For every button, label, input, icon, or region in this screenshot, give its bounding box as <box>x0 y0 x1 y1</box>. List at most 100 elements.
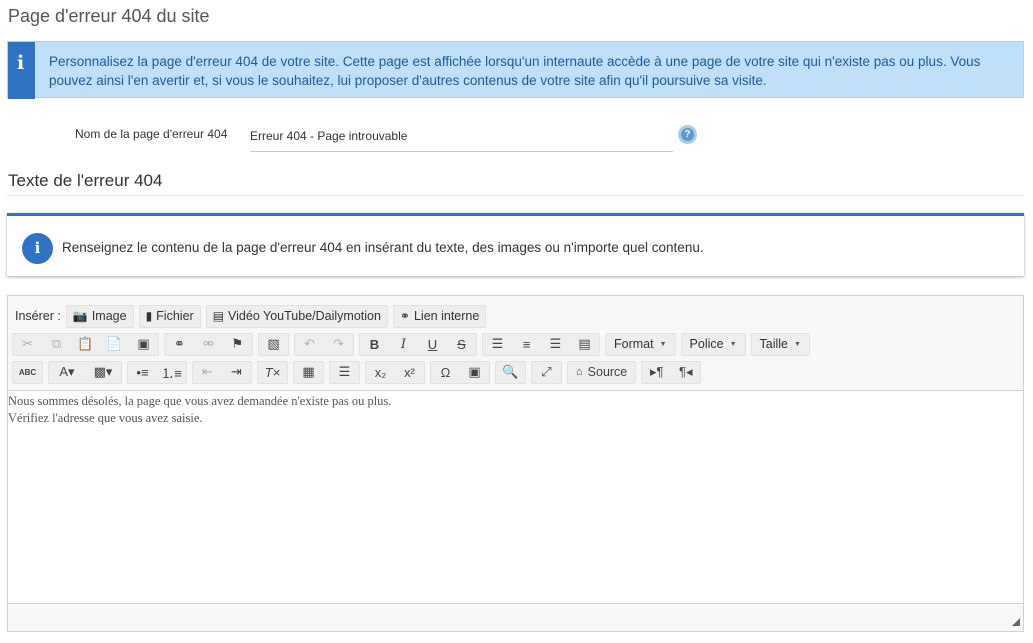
notice-text: Renseignez le contenu de la page d'erreu… <box>62 240 704 255</box>
source-button[interactable]: ⌂ Source <box>568 362 635 383</box>
size-dropdown[interactable]: Taille ▼ <box>750 332 810 356</box>
error-page-name-input[interactable] <box>250 121 673 152</box>
horizontal-rule-icon[interactable]: ☰ <box>330 362 359 383</box>
special-char-omega-icon[interactable]: Ω <box>431 362 460 383</box>
strikethrough-icon[interactable]: S <box>447 334 476 355</box>
clear-format-icon[interactable]: T× <box>258 362 287 383</box>
clipboard-group: ✂ ⧉ 📋 📄 ▣ <box>12 332 159 356</box>
subscript-icon[interactable]: x₂ <box>366 362 395 383</box>
page-title: Page d'erreur 404 du site <box>8 6 210 26</box>
unlink-icon[interactable]: ⚮ <box>194 334 223 355</box>
content-line: Vérifiez l'adresse que vous avez saisie. <box>8 411 203 425</box>
undo-icon[interactable]: ↶ <box>295 334 324 355</box>
rich-text-editor: Insérer : 📷 Image ▮ Fichier ▤ Vidéo YouT… <box>7 295 1024 632</box>
error-page-name-label: Nom de la page d'erreur 404 <box>75 127 228 141</box>
editor-toolbar-row-3: ABC A▾ ▩▾ •≡ ⒈≡ ⇤ ⇥ T× ▦ ☰ x₂ x² Ω ▣ 🔍 ⤢… <box>12 360 706 384</box>
insert-image-label: Image <box>91 309 127 323</box>
source-icon: ⌂ <box>576 366 583 378</box>
hr-group: ☰ <box>329 360 360 384</box>
align-left-icon[interactable]: ☰ <box>483 334 512 355</box>
chevron-down-icon: ▼ <box>659 340 667 348</box>
link-group: ⚭ ⚮ ⚑ <box>164 332 253 356</box>
info-banner-text: Personnalisez la page d'erreur 404 de vo… <box>49 54 981 88</box>
align-right-icon[interactable]: ☰ <box>541 334 570 355</box>
paste-text-icon[interactable]: 📄 <box>100 334 129 355</box>
file-icon: ▮ <box>145 309 153 323</box>
spellcheck-icon[interactable]: ABC <box>13 362 42 383</box>
size-dropdown-label: Taille <box>759 337 789 351</box>
text-direction-rtl-icon[interactable]: ¶◂ <box>671 362 700 383</box>
history-group: ↶ ↷ <box>294 332 354 356</box>
question-circle-icon[interactable]: ? <box>678 125 697 144</box>
source-label: Source <box>587 365 628 379</box>
spellcheck-group: ABC <box>12 360 43 384</box>
image-group: ▧ <box>258 332 289 356</box>
bulleted-list-icon[interactable]: •≡ <box>128 362 157 383</box>
outdent-icon[interactable]: ⇤ <box>193 362 222 383</box>
bold-icon[interactable]: B <box>360 334 389 355</box>
maximize-group: ⤢ <box>531 360 562 384</box>
preview-group: 🔍 <box>495 360 526 384</box>
script-group: x₂ x² <box>365 360 425 384</box>
section-divider <box>7 195 1024 196</box>
image-icon[interactable]: ▧ <box>259 334 288 355</box>
table-group: ▦ <box>293 360 324 384</box>
list-group: •≡ ⒈≡ <box>127 360 187 384</box>
chevron-down-icon: ▼ <box>729 340 737 348</box>
iframe-icon[interactable]: ▣ <box>460 362 489 383</box>
table-icon[interactable]: ▦ <box>294 362 323 383</box>
link-icon: ⚭ <box>399 309 410 323</box>
editor-content-area[interactable]: Nous sommes désolés, la page que vous av… <box>8 390 1023 604</box>
insert-video-label: Vidéo YouTube/Dailymotion <box>228 309 381 323</box>
chevron-down-icon: ▼ <box>794 340 801 348</box>
cut-icon[interactable]: ✂ <box>13 334 42 355</box>
info-icon: i <box>8 42 35 99</box>
insert-toolbar: Insérer : 📷 Image ▮ Fichier ▤ Vidéo YouT… <box>12 304 491 328</box>
align-justify-icon[interactable]: ▤ <box>570 334 599 355</box>
info-banner: i Personnalisez la page d'erreur 404 de … <box>7 41 1024 99</box>
font-dropdown-label: Police <box>689 337 724 351</box>
text-direction-ltr-icon[interactable]: ▸¶ <box>642 362 671 383</box>
anchor-flag-icon[interactable]: ⚑ <box>223 334 252 355</box>
color-group: A▾ ▩▾ <box>48 360 122 384</box>
copy-icon[interactable]: ⧉ <box>42 334 71 355</box>
source-group: ⌂ Source <box>567 360 637 384</box>
maximize-icon[interactable]: ⤢ <box>532 362 561 383</box>
insert-internal-link-button[interactable]: ⚭ Lien interne <box>392 304 487 328</box>
indent-group: ⇤ ⇥ <box>192 360 252 384</box>
text-color-icon[interactable]: A▾ <box>49 362 85 383</box>
format-dropdown-label: Format <box>614 337 654 351</box>
info-icon: i <box>22 233 53 264</box>
film-icon: ▤ <box>212 309 225 323</box>
insert-file-button[interactable]: ▮ Fichier <box>138 304 201 328</box>
indent-icon[interactable]: ⇥ <box>222 362 251 383</box>
background-color-icon[interactable]: ▩▾ <box>85 362 121 383</box>
format-dropdown[interactable]: Format ▼ <box>605 332 676 356</box>
numbered-list-icon[interactable]: ⒈≡ <box>157 362 186 383</box>
align-group: ☰ ≡ ☰ ▤ <box>482 332 600 356</box>
superscript-icon[interactable]: x² <box>395 362 424 383</box>
style-group: B I U S <box>359 332 477 356</box>
paste-icon[interactable]: 📋 <box>71 334 100 355</box>
font-dropdown[interactable]: Police ▼ <box>680 332 746 356</box>
underline-icon[interactable]: U <box>418 334 447 355</box>
paste-word-icon[interactable]: ▣ <box>129 334 158 355</box>
redo-icon[interactable]: ↷ <box>324 334 353 355</box>
insert-label: Insérer : <box>15 309 61 323</box>
content-line: Nous sommes désolés, la page que vous av… <box>8 394 392 408</box>
notice-box: i Renseignez le contenu de la page d'err… <box>7 213 1024 276</box>
link-icon[interactable]: ⚭ <box>165 334 194 355</box>
insert-internal-link-label: Lien interne <box>413 309 480 323</box>
editor-toolbar-row-2: ✂ ⧉ 📋 📄 ▣ ⚭ ⚮ ⚑ ▧ ↶ ↷ B I U S ☰ ≡ ☰ ▤ Fo… <box>12 332 815 356</box>
insert-image-button[interactable]: 📷 Image <box>65 304 134 328</box>
italic-icon[interactable]: I <box>389 334 418 355</box>
preview-icon[interactable]: 🔍 <box>496 362 525 383</box>
camera-icon: 📷 <box>72 309 88 323</box>
resize-handle[interactable] <box>1012 618 1020 626</box>
insert-video-button[interactable]: ▤ Vidéo YouTube/Dailymotion <box>205 304 388 328</box>
section-title: Texte de l'erreur 404 <box>8 171 163 190</box>
insert-file-label: Fichier <box>156 309 194 323</box>
align-center-icon[interactable]: ≡ <box>512 334 541 355</box>
special-group: Ω ▣ <box>430 360 490 384</box>
direction-group: ▸¶ ¶◂ <box>641 360 702 384</box>
